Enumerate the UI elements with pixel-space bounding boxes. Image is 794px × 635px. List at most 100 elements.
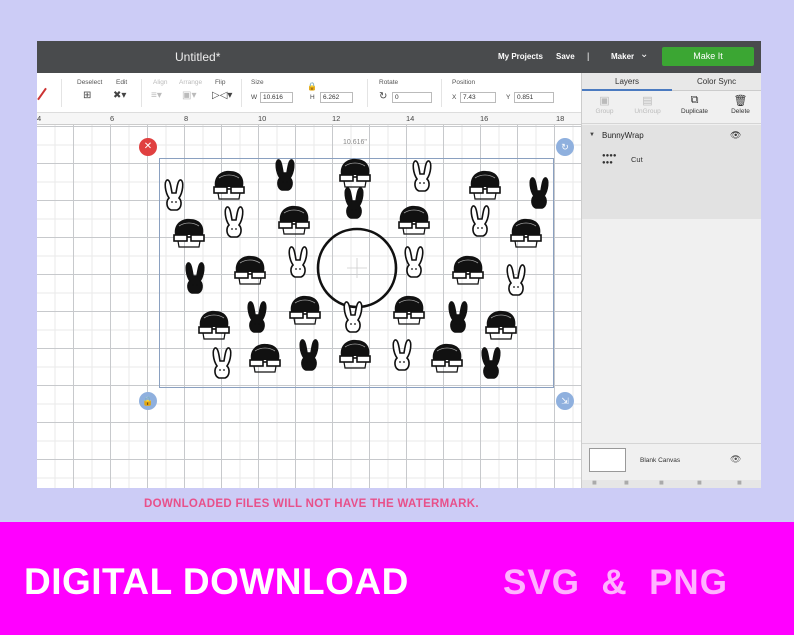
slice-icon[interactable]: ■ (592, 478, 597, 487)
eye-icon[interactable]: 👁 (730, 130, 741, 141)
layer-thumbnail: ●●●● ●●● (602, 153, 617, 166)
my-projects-link[interactable]: My Projects (498, 52, 543, 61)
head-icon (289, 295, 321, 325)
document-title: Untitled* (175, 50, 221, 64)
align-button[interactable]: ≡▾ (151, 90, 162, 101)
design-canvas[interactable]: ✕ 10.616" ↻ 🔒 ⇲ (37, 125, 581, 488)
pen-icon[interactable] (37, 87, 47, 101)
trash-icon: 🗑 (733, 95, 748, 107)
bunny-wrap-design[interactable] (159, 158, 554, 388)
head-icon (198, 310, 230, 340)
bunny-icon (481, 347, 501, 379)
tab-layers[interactable]: Layers (615, 77, 639, 86)
head-icon (339, 158, 371, 188)
digital-download-text: DIGITAL DOWNLOAD (24, 561, 409, 602)
ruler-tick: 10 (258, 114, 267, 123)
head-icon (393, 295, 425, 325)
head-icon (173, 218, 205, 248)
ruler-tick: 12 (332, 114, 341, 123)
frame-circle-icon (316, 227, 398, 309)
ruler-tick: 8 (184, 114, 189, 123)
y-position-field[interactable]: 0.851 (514, 92, 554, 103)
tab-color-sync[interactable]: Color Sync (697, 77, 736, 86)
group-label: Group (595, 108, 614, 115)
edit-toolbar: Deselect ⊞ Edit ✖▾ Align ≡▾ Arrange ▣▾ F… (37, 73, 581, 113)
rotate-label: Rotate (379, 79, 399, 86)
head-icon (249, 343, 281, 373)
bunny-icon (529, 177, 549, 209)
bunny-icon (275, 159, 295, 191)
title-bar: Untitled* My Projects Save | Maker ⌄ Mak… (37, 41, 761, 73)
bunny-icon (470, 205, 490, 237)
toolbar-divider (441, 79, 442, 107)
blank-canvas-label: Blank Canvas (640, 457, 681, 464)
eye-off-icon[interactable]: 👁 (730, 454, 741, 465)
arrange-label: Arrange (179, 79, 203, 86)
attach-icon[interactable]: ■ (659, 478, 664, 487)
make-it-button[interactable]: Make It (662, 47, 754, 66)
head-icon (452, 255, 484, 285)
layer-group-bunnywrap[interactable]: ▼ BunnyWrap 👁 ●●●● ●●● Cut (582, 125, 761, 219)
deselect-button[interactable]: ⊞ (83, 90, 91, 101)
toolbar-divider (141, 79, 142, 107)
bunny-icon (247, 301, 267, 333)
head-icon (213, 170, 245, 200)
contour-icon[interactable]: ■ (737, 478, 742, 487)
width-field[interactable]: 10.616 (260, 92, 293, 103)
layers-panel: Layers Color Sync ▣ Group ▤ UnGroup ⧉ Du… (581, 73, 761, 488)
head-icon (431, 343, 463, 373)
save-link[interactable]: Save (556, 52, 575, 61)
ruler-tick: 14 (406, 114, 415, 123)
width-readout: 10.616" (343, 139, 367, 146)
group-icon: ▣ (599, 95, 610, 107)
position-label: Position (452, 79, 476, 86)
download-banner: DIGITAL DOWNLOAD SVG & PNG (0, 522, 794, 635)
blank-canvas-swatch[interactable] (589, 448, 626, 472)
flip-button[interactable]: ▷◁▾ (212, 90, 232, 101)
lock-handle-icon[interactable]: 🔒 (139, 392, 157, 410)
x-position-field[interactable]: 7.43 (460, 92, 496, 103)
duplicate-button[interactable]: ⧉ Duplicate (672, 91, 717, 115)
rotate-handle-icon[interactable]: ↻ (556, 138, 574, 156)
arrange-button[interactable]: ▣▾ (182, 90, 196, 101)
height-field[interactable]: 6.262 (320, 92, 353, 103)
rotate-field[interactable]: 0 (392, 92, 432, 103)
bunny-icon (506, 264, 526, 296)
group-button[interactable]: ▣ Group (582, 91, 627, 115)
scale-handle-icon[interactable]: ⇲ (556, 392, 574, 410)
ungroup-label: UnGroup (634, 108, 661, 115)
bunny-icon (404, 246, 424, 278)
size-label: Size (251, 79, 264, 86)
machine-select[interactable]: Maker (611, 52, 634, 61)
x-label: X (452, 94, 457, 101)
caret-down-icon[interactable]: ▼ (589, 132, 595, 138)
chevron-down-icon[interactable]: ⌄ (640, 49, 648, 60)
head-icon (339, 339, 371, 369)
width-label: W (251, 94, 258, 101)
delete-button[interactable]: 🗑 Delete (718, 91, 761, 115)
delete-handle-icon[interactable]: ✕ (139, 138, 157, 156)
watermark-notice: DOWNLOADED FILES WILL NOT HAVE THE WATER… (144, 498, 479, 510)
head-icon (278, 205, 310, 235)
design-space-window: Untitled* My Projects Save | Maker ⌄ Mak… (37, 41, 761, 488)
bunny-icon (224, 206, 244, 238)
flatten-icon[interactable]: ■ (697, 478, 702, 487)
bunny-icon (288, 246, 308, 278)
lock-icon[interactable]: 🔒 (307, 82, 317, 91)
layer-group-header[interactable]: ▼ BunnyWrap 👁 (582, 125, 761, 147)
layer-item[interactable]: ●●●● ●●● Cut (602, 151, 761, 171)
layer-tools: ▣ Group ▤ UnGroup ⧉ Duplicate 🗑 Delete (582, 91, 761, 124)
ruler-tick: 4 (37, 114, 42, 123)
ungroup-button[interactable]: ▤ UnGroup (625, 91, 670, 115)
bunny-icon (299, 339, 319, 371)
blank-canvas-row[interactable]: Blank Canvas 👁 (582, 443, 761, 479)
edit-button[interactable]: ✖▾ (113, 90, 126, 101)
weld-icon[interactable]: ■ (624, 478, 629, 487)
duplicate-label: Duplicate (680, 108, 709, 115)
head-icon (398, 205, 430, 235)
edit-label: Edit (116, 79, 128, 86)
head-icon (510, 218, 542, 248)
toolbar-divider (241, 79, 242, 107)
head-icon (469, 170, 501, 200)
head-icon (485, 310, 517, 340)
